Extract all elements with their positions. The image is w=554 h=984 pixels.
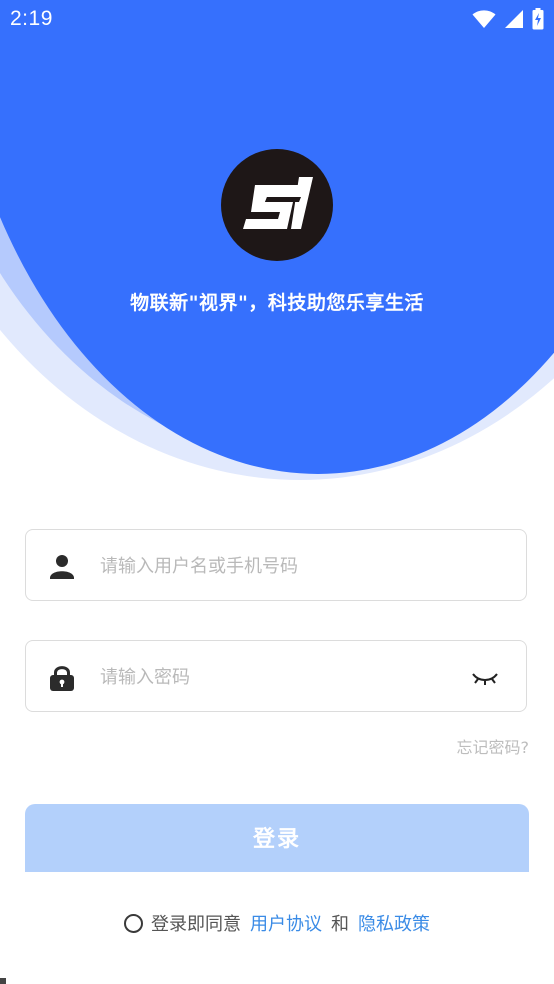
privacy-policy-link[interactable]: 隐私政策 — [358, 910, 430, 936]
status-bar: 2:19 — [0, 0, 554, 40]
agreement-conjunction: 和 — [331, 914, 349, 935]
battery-icon — [532, 8, 544, 30]
wifi-icon — [472, 10, 496, 28]
password-field[interactable] — [25, 640, 527, 712]
login-screen: 2:19 物联新"视界"，科技助您乐享生活 请输入用户名或手机号码 忘记密码? … — [0, 0, 554, 984]
username-field[interactable] — [25, 529, 527, 601]
user-icon — [50, 555, 74, 579]
login-button[interactable]: 登录 — [25, 804, 529, 872]
lock-icon — [50, 666, 74, 691]
password-input[interactable] — [100, 659, 460, 695]
sj-logo-icon — [221, 149, 333, 261]
agreement-row: 登录即同意 用户协议 和 隐私政策 — [0, 910, 554, 936]
status-icons — [472, 8, 544, 30]
agreement-prefix: 登录即同意 — [151, 914, 241, 935]
header-tagline: 物联新"视界"，科技助您乐享生活 — [130, 292, 424, 314]
eye-closed-icon[interactable] — [470, 665, 500, 689]
signal-icon — [505, 10, 523, 28]
status-time: 2:19 — [10, 7, 53, 30]
agree-radio[interactable] — [124, 913, 143, 933]
forgot-password-link[interactable]: 忘记密码? — [457, 734, 530, 758]
bottom-corner-mark — [0, 978, 6, 984]
user-agreement-link[interactable]: 用户协议 — [250, 910, 322, 936]
username-input[interactable] — [100, 548, 460, 584]
